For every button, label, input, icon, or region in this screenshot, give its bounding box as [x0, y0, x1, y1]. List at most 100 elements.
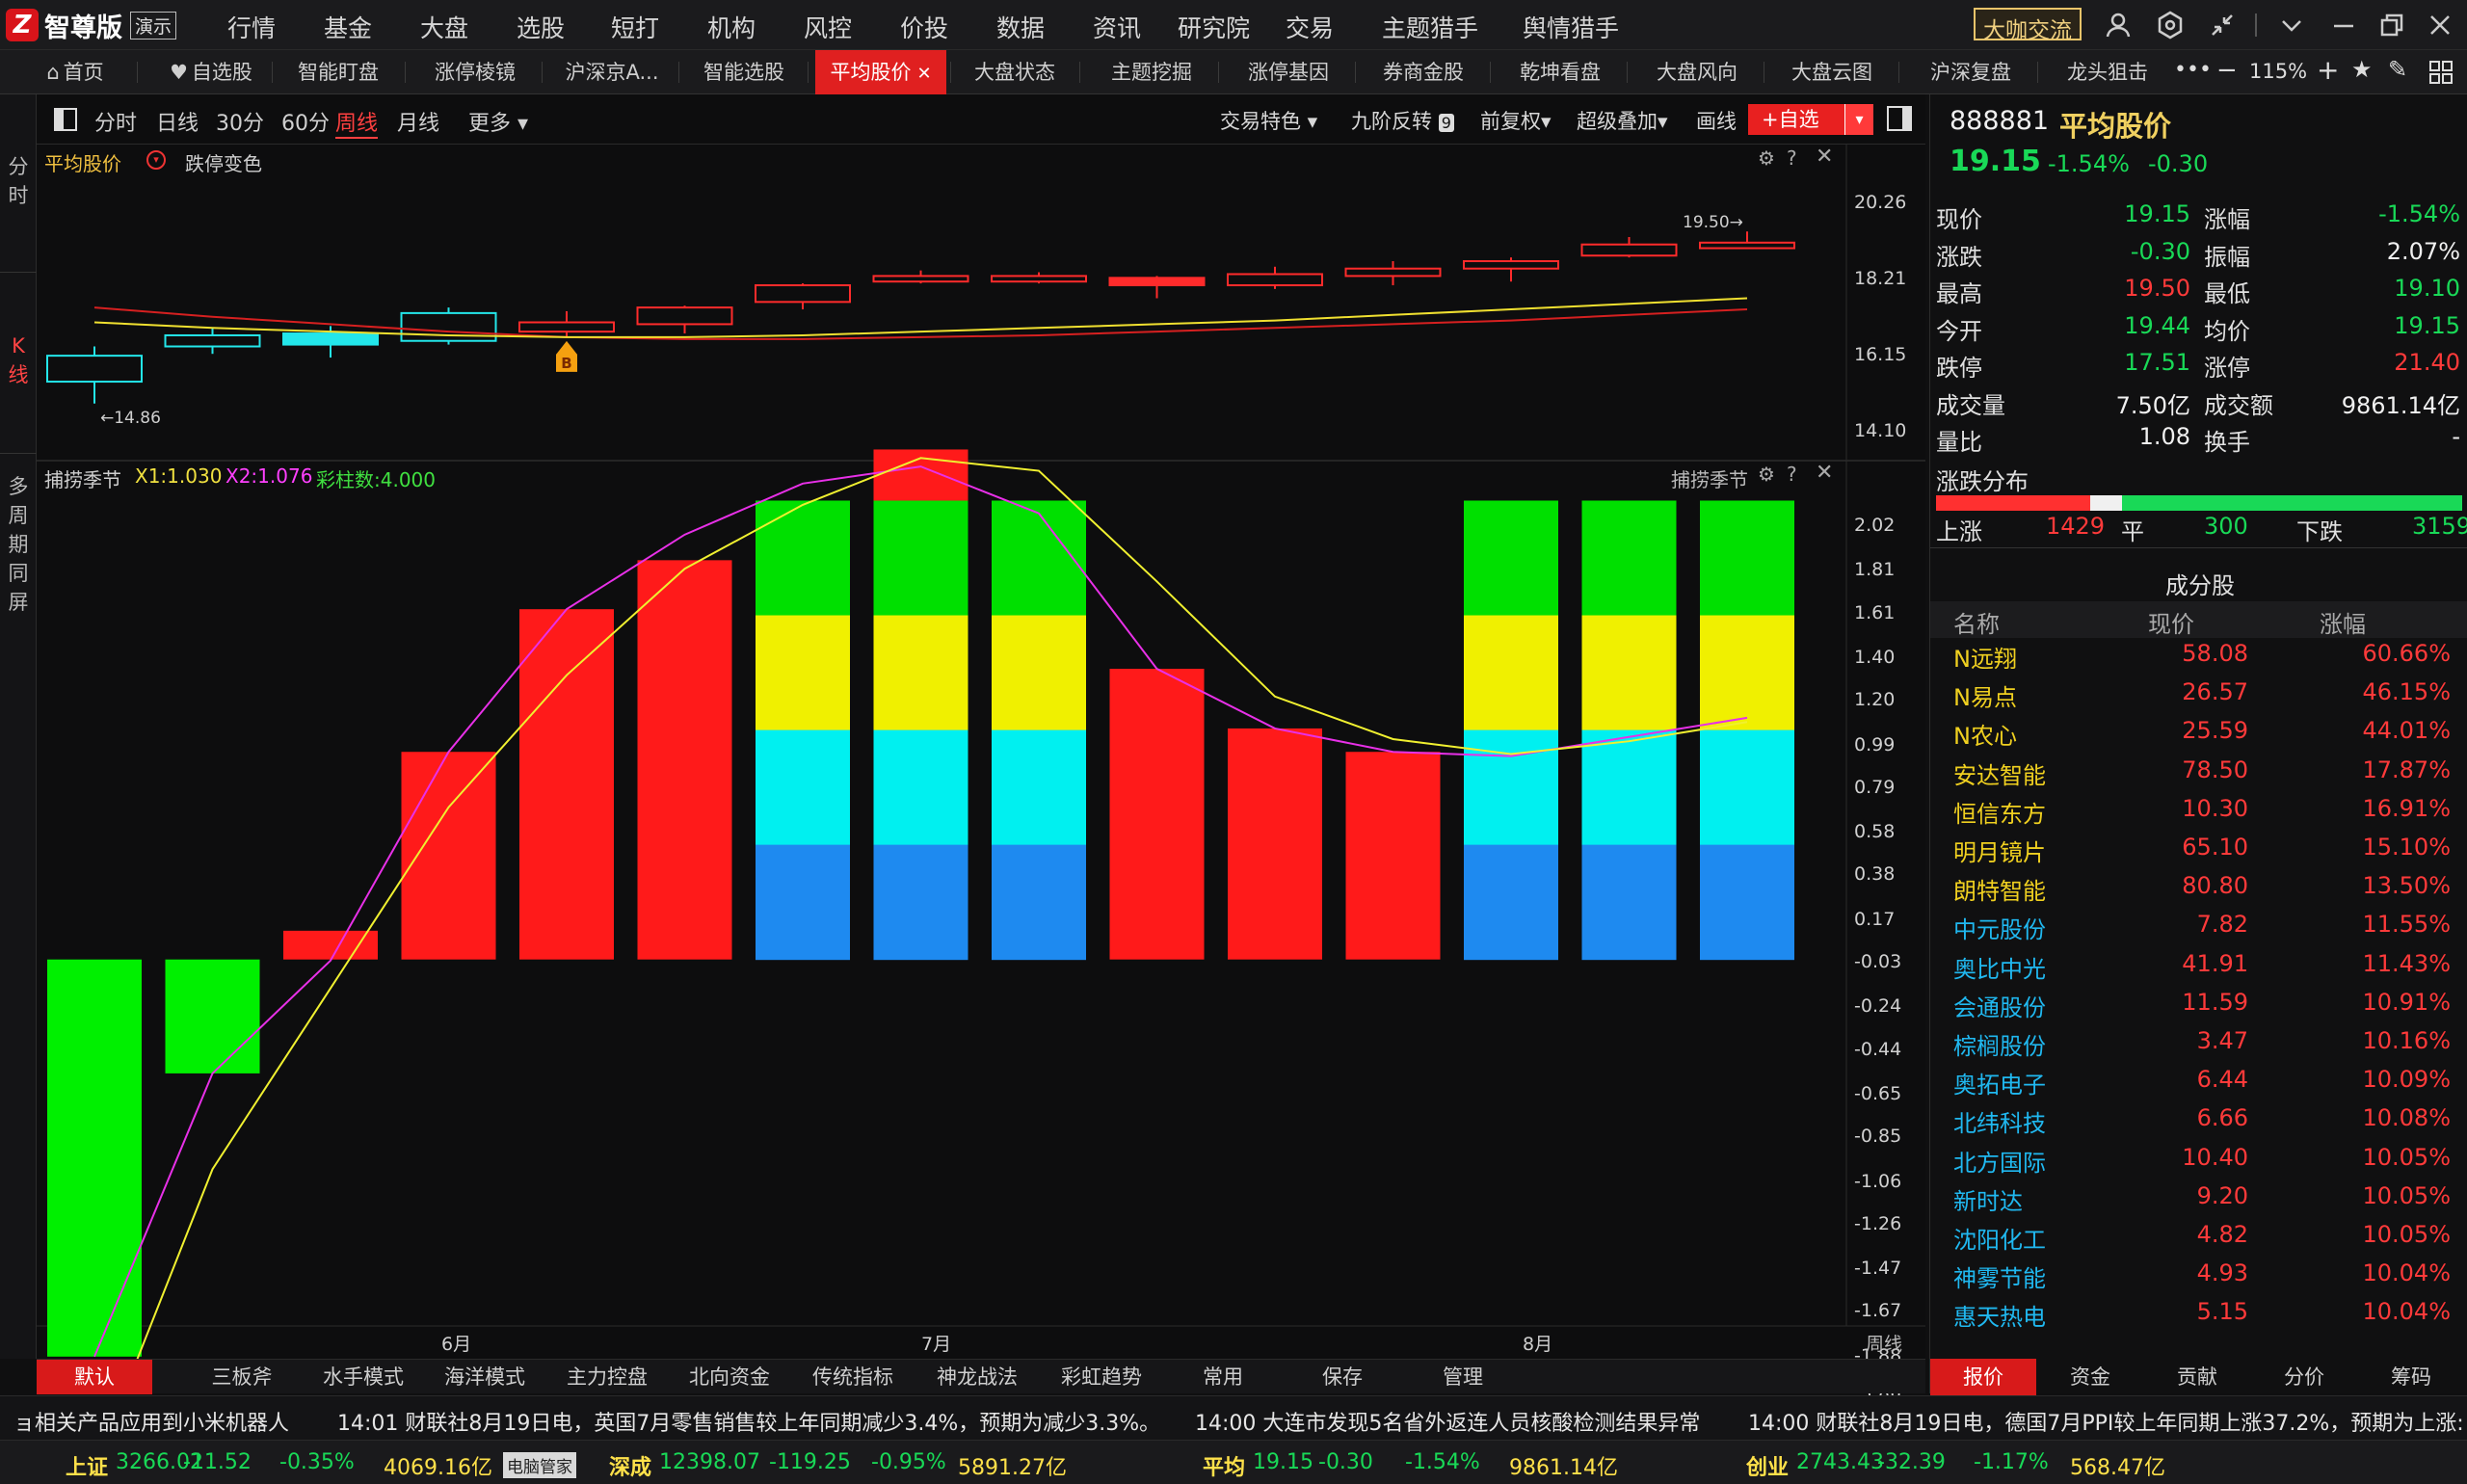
- menu-item-10[interactable]: 研究院: [1178, 10, 1250, 44]
- index-label[interactable]: 创业: [1746, 1450, 1789, 1481]
- tab-10[interactable]: 券商金股: [1361, 50, 1486, 94]
- news-item[interactable]: 14:00 财联社8月19日电，德国7月PPI较上年同期上涨37.2%，预期为上…: [1748, 1406, 2464, 1437]
- quote-tab[interactable]: 贡献: [2144, 1359, 2250, 1395]
- tab-15[interactable]: 龙头狙击: [2045, 50, 2170, 94]
- quote-tab[interactable]: 筹码: [2358, 1359, 2464, 1395]
- index-label[interactable]: 深成: [609, 1450, 651, 1481]
- stock-name[interactable]: 会通股份: [1953, 989, 2046, 1022]
- stock-name[interactable]: 奥比中光: [1953, 950, 2046, 984]
- menu-item-13[interactable]: 舆情猎手: [1523, 10, 1619, 44]
- menu-item-0[interactable]: 行情: [227, 10, 276, 44]
- rail-multi-period[interactable]: 多周期同屏: [8, 472, 29, 617]
- quote-tab[interactable]: 资金: [2037, 1359, 2143, 1395]
- quote-chg: -0.30: [2148, 150, 2209, 177]
- tab-9[interactable]: 涨停基因: [1226, 50, 1351, 94]
- rail-kxian[interactable]: K线: [8, 331, 29, 389]
- settings-icon[interactable]: [2155, 10, 2186, 40]
- menu-item-11[interactable]: 交易: [1286, 10, 1334, 44]
- user-icon[interactable]: [2103, 10, 2134, 40]
- stock-name[interactable]: 明月镜片: [1953, 834, 2046, 867]
- stock-name[interactable]: 北纬科技: [1953, 1104, 2046, 1138]
- quote-tab[interactable]: 报价: [1930, 1359, 2036, 1395]
- tab-2[interactable]: 智能盯盘: [276, 50, 401, 94]
- stock-name[interactable]: 沈阳化工: [1953, 1221, 2046, 1255]
- tab-8[interactable]: 主题挖掘: [1089, 50, 1214, 94]
- zoom-in-button[interactable]: +: [2317, 54, 2339, 86]
- close-icon[interactable]: [2425, 10, 2455, 40]
- menu-item-12[interactable]: 主题猎手: [1382, 10, 1478, 44]
- pc-manager-badge[interactable]: 电脑管家: [503, 1452, 576, 1478]
- stock-name[interactable]: N易点: [1953, 678, 2017, 712]
- tab-7[interactable]: 大盘状态: [954, 50, 1075, 94]
- indicator-tab[interactable]: 海洋模式: [424, 1360, 545, 1394]
- news-item[interactable]: 14:00 大连市发现5名省外返连人员核酸检测结果异常: [1195, 1406, 1700, 1437]
- more-tabs-button[interactable]: •••: [2174, 58, 2212, 82]
- indicator-tab[interactable]: 常用: [1164, 1360, 1282, 1394]
- tab-13[interactable]: 大盘云图: [1769, 50, 1895, 94]
- menu-item-7[interactable]: 价投: [900, 10, 948, 44]
- tab-close-icon[interactable]: ✕: [916, 64, 931, 84]
- index-label[interactable]: 上证: [66, 1450, 108, 1481]
- tab-11[interactable]: 乾坤看盘: [1498, 50, 1623, 94]
- tab-5[interactable]: 智能选股: [684, 50, 804, 94]
- tab-0[interactable]: ⌂ 首页: [17, 50, 133, 94]
- stock-name[interactable]: 朗特智能: [1953, 872, 2046, 906]
- tab-4[interactable]: 沪深京A...: [549, 50, 675, 94]
- indicator-tab[interactable]: 北向资金: [669, 1360, 790, 1394]
- indicator-tabs: 默认 三板斧 水手模式 海洋模式 主力控盘 北向资金 传统指标 神龙战法 彩虹趋势 常用 保存 管理: [37, 1359, 1925, 1394]
- indicator-tab[interactable]: 彩虹趋势: [1039, 1360, 1164, 1394]
- menu-item-9[interactable]: 资讯: [1093, 10, 1141, 44]
- stock-name[interactable]: N远翔: [1953, 640, 2017, 674]
- restore-icon[interactable]: [2376, 10, 2407, 40]
- menu-item-8[interactable]: 数据: [996, 10, 1045, 44]
- indicator-tab[interactable]: 默认: [37, 1360, 152, 1394]
- pen-icon[interactable]: ✎: [2388, 56, 2407, 83]
- menu-item-2[interactable]: 大盘: [420, 10, 468, 44]
- minimize-icon[interactable]: [2328, 10, 2359, 40]
- chart-canvas[interactable]: 19.50→ ←14.86 B: [37, 94, 1925, 1359]
- menu-item-6[interactable]: 风控: [804, 10, 852, 44]
- indicator-tab[interactable]: 保存: [1282, 1360, 1403, 1394]
- coffee-button[interactable]: 大咖交流: [1974, 8, 2082, 43]
- app-logo[interactable]: Z 智尊版 演示: [6, 8, 177, 43]
- indicator-tab[interactable]: 主力控盘: [545, 1360, 669, 1394]
- stock-name[interactable]: 神雾节能: [1953, 1259, 2046, 1293]
- index-label[interactable]: 平均: [1203, 1450, 1245, 1481]
- stock-pct: 10.08%: [2362, 1104, 2451, 1132]
- menu-item-5[interactable]: 机构: [707, 10, 756, 44]
- indicator-tab[interactable]: 管理: [1403, 1360, 1523, 1394]
- menu-item-1[interactable]: 基金: [324, 10, 372, 44]
- stock-name[interactable]: N农心: [1953, 717, 2017, 751]
- shrink-icon[interactable]: [2207, 10, 2238, 40]
- news-item[interactable]: ョ相关产品应用到小米机器人: [13, 1406, 289, 1437]
- indicator-tab[interactable]: 神龙战法: [915, 1360, 1039, 1394]
- tab-6[interactable]: 平均股价 ✕: [815, 50, 946, 94]
- indicator-tab[interactable]: 三板斧: [181, 1360, 303, 1394]
- stock-name[interactable]: 奥拓电子: [1953, 1066, 2046, 1100]
- zoom-out-button[interactable]: −: [2216, 56, 2238, 85]
- indicator-tab[interactable]: 水手模式: [303, 1360, 424, 1394]
- menu-item-3[interactable]: 选股: [517, 10, 565, 44]
- grid-icon[interactable]: [2428, 60, 2454, 89]
- menu-item-4[interactable]: 短打: [611, 10, 659, 44]
- star-icon[interactable]: ★: [2351, 56, 2373, 83]
- quote-label: 换手: [2204, 429, 2250, 456]
- comp-header-name: 名称: [1953, 611, 2000, 638]
- quote-tab[interactable]: 分价: [2251, 1359, 2357, 1395]
- news-ticker[interactable]: ョ相关产品应用到小米机器人 14:01 财联社8月19日电，英国7月零售销售较上年…: [0, 1395, 2467, 1440]
- stock-name[interactable]: 中元股份: [1953, 911, 2046, 944]
- chevron-down-icon[interactable]: [2276, 10, 2307, 40]
- news-item[interactable]: 14:01 财联社8月19日电，英国7月零售销售较上年同期减少3.4%，预期为减…: [337, 1406, 1160, 1437]
- tab-1[interactable]: ♥ 自选股: [154, 50, 268, 94]
- tab-12[interactable]: 大盘风向: [1634, 50, 1760, 94]
- stock-name[interactable]: 恒信东方: [1953, 795, 2046, 829]
- tab-3[interactable]: 涨停棱镜: [412, 50, 538, 94]
- stock-name[interactable]: 新时达: [1953, 1182, 2023, 1216]
- stock-name[interactable]: 棕榈股份: [1953, 1027, 2046, 1061]
- rail-fenshi[interactable]: 分时: [8, 152, 29, 210]
- stock-name[interactable]: 北方国际: [1953, 1144, 2046, 1178]
- tab-14[interactable]: 沪深复盘: [1908, 50, 2033, 94]
- stock-name[interactable]: 惠天热电: [1953, 1298, 2046, 1332]
- indicator-tab[interactable]: 传统指标: [790, 1360, 915, 1394]
- stock-name[interactable]: 安达智能: [1953, 756, 2046, 790]
